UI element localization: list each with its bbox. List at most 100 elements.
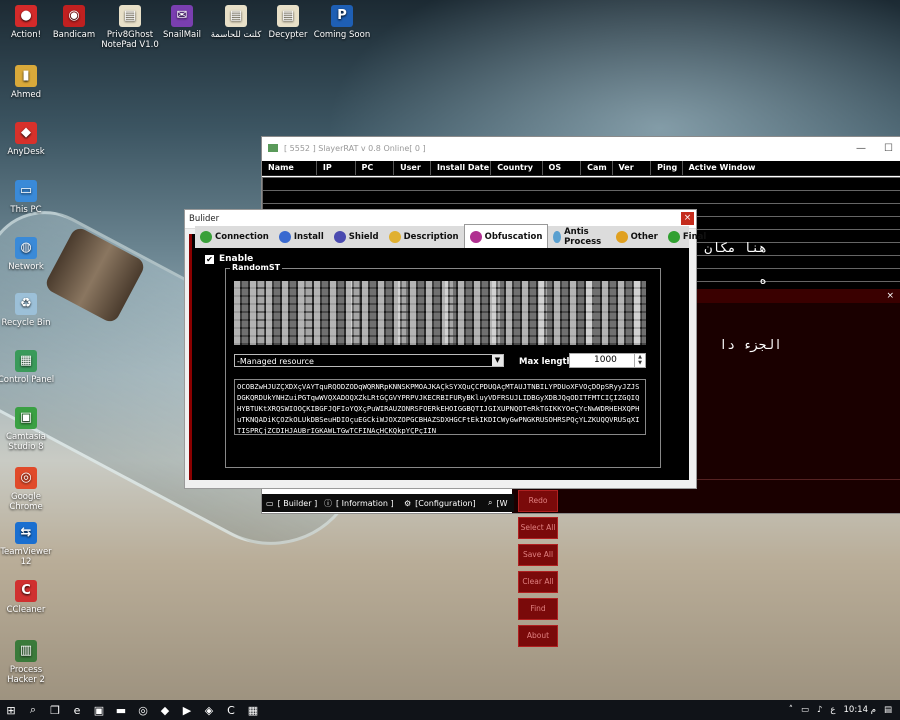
random-string-output[interactable]: OCOBZwHJUZÇXDXçVAYTquRQODZODqWQRNRpKNNSK… xyxy=(234,379,646,435)
language-indicator[interactable]: ع xyxy=(830,705,835,715)
max-length-label: Max length xyxy=(519,357,573,367)
desktop-icon[interactable]: ◎ Google Chrome xyxy=(0,467,56,512)
column-header[interactable]: Country xyxy=(491,161,543,175)
tab-connection[interactable]: Connection xyxy=(195,226,274,248)
max-length-value: 1000 xyxy=(594,355,617,365)
column-header[interactable]: Cam xyxy=(581,161,613,175)
builder-dialog: Bulider × Connection Install Shield Descrip… xyxy=(184,209,706,489)
shield-app-icon[interactable]: ◈ xyxy=(198,700,220,720)
tab-description[interactable]: Description xyxy=(384,226,464,248)
side-button-find[interactable]: Find xyxy=(518,598,558,620)
file-icon: ▤ xyxy=(225,5,247,27)
column-header[interactable]: Ping xyxy=(651,161,683,175)
search-icon: ⌕ xyxy=(488,498,493,507)
arrow-up-icon[interactable]: ˄ xyxy=(789,705,793,715)
tab-icon xyxy=(615,231,628,243)
control-panel-icon: ▦ xyxy=(15,350,37,372)
media-icon[interactable]: ▶ xyxy=(176,700,198,720)
max-length-stepper[interactable]: 1000 ▲ ▼ xyxy=(569,353,646,368)
bottom-tab[interactable]: ⌕ [W xyxy=(488,494,508,512)
desktop-icon[interactable]: ▤ Priv8Ghost NotePad V1.0 xyxy=(100,5,160,50)
chevron-down-icon[interactable]: ▼ xyxy=(492,355,503,366)
side-button-select-all[interactable]: Select All xyxy=(518,517,558,539)
desktop-icon[interactable]: ▣ Camtasia Studio 8 xyxy=(0,407,56,452)
tab-label: Antis Process xyxy=(564,227,602,247)
edge-icon[interactable]: e xyxy=(66,700,88,720)
search-icon[interactable]: ⌕ xyxy=(22,700,44,720)
column-header[interactable]: IP xyxy=(317,161,356,175)
tab-label: Description xyxy=(403,232,459,242)
desktop-icon[interactable]: ◍ Network xyxy=(0,237,56,272)
tab-other[interactable]: Other xyxy=(611,226,663,248)
builder-app-icon[interactable]: ▦ xyxy=(242,700,264,720)
tab-label: Install xyxy=(293,232,324,242)
close-icon[interactable]: × xyxy=(886,291,894,301)
action-icon: ● xyxy=(15,5,37,27)
tab-obfuscation[interactable]: Obfuscation xyxy=(463,224,549,249)
main-window-titlebar[interactable]: [ 5552 ] SlayerRAT v 0.8 Online[ 0 ] — ☐ xyxy=(262,137,900,159)
resource-select[interactable]: -Managed resource ▼ xyxy=(234,354,504,367)
network-icon: ◍ xyxy=(15,237,37,259)
desktop-icon[interactable]: ▭ This PC xyxy=(0,180,56,215)
clock[interactable]: 10:14 م xyxy=(844,705,876,715)
desktop-icon-label: Process Hacker 2 xyxy=(7,665,45,685)
bottom-tab-label: [W xyxy=(496,498,508,508)
snailmail-icon: ✉ xyxy=(171,5,193,27)
notification-icon[interactable]: ▤ xyxy=(884,705,892,715)
tab-install[interactable]: Install xyxy=(274,226,329,248)
network-tray-icon[interactable]: ▭ xyxy=(801,705,809,715)
slayer-icon[interactable]: ◆ xyxy=(154,700,176,720)
column-header[interactable]: Active Window xyxy=(683,161,900,175)
tab-icon xyxy=(278,231,291,243)
desktop-icon-label: AnyDesk xyxy=(7,147,45,157)
desktop-icon[interactable]: ◉ Bandicam xyxy=(44,5,104,40)
stepper-arrows-icon[interactable]: ▲ ▼ xyxy=(634,354,645,367)
tab-icon xyxy=(469,231,482,243)
column-header[interactable]: User xyxy=(394,161,431,175)
close-button[interactable]: × xyxy=(681,212,694,225)
chrome-icon[interactable]: ◎ xyxy=(132,700,154,720)
desktop-icon[interactable]: C CCleaner xyxy=(0,580,56,615)
tab-shield[interactable]: Shield xyxy=(329,226,384,248)
desktop-icon[interactable]: ⇆ TeamViewer 12 xyxy=(0,522,56,567)
bottom-tab[interactable]: ⓘ [ Information ] xyxy=(324,494,394,512)
start-icon[interactable]: ⊞ xyxy=(0,700,22,720)
bottom-tab[interactable]: ⚙ [Configuration] xyxy=(404,494,476,512)
desktop-icon[interactable]: ♻ Recycle Bin xyxy=(0,293,56,328)
side-button-redo[interactable]: Redo xyxy=(518,490,558,512)
clients-table-header: Name IP PC User Install Date Country OS Cam Ver P… xyxy=(262,161,900,176)
desktop-icon[interactable]: ▥ Process Hacker 2 xyxy=(0,640,56,685)
c-app-icon[interactable]: C xyxy=(220,700,242,720)
teamviewer-icon: ⇆ xyxy=(15,522,37,544)
column-header[interactable]: Install Date xyxy=(431,161,492,175)
column-header[interactable]: Name xyxy=(262,161,317,175)
bottom-tab-strip: ▭[ Builder ] ⓘ [ Information ] ⚙ [Configurat… xyxy=(262,494,514,512)
gear-icon: ⚙ xyxy=(404,498,412,508)
desktop-icon[interactable]: P Coming Soon xyxy=(312,5,372,40)
task-view-icon[interactable]: ❐ xyxy=(44,700,66,720)
desktop-icon-label: Control Panel xyxy=(0,375,55,385)
desktop-icon-label: Camtasia Studio 8 xyxy=(6,432,46,452)
paypal-icon: P xyxy=(331,5,353,27)
tab-final[interactable]: Final xyxy=(663,226,711,248)
column-header[interactable]: OS xyxy=(543,161,582,175)
minimize-icon[interactable]: — xyxy=(856,143,866,154)
desktop-icon[interactable]: ▤ كلنت للحاسمة xyxy=(206,5,266,40)
side-button-about[interactable]: About xyxy=(518,625,558,647)
desktop-icon[interactable]: ✉ SnailMail xyxy=(152,5,212,40)
side-button-save-all[interactable]: Save All xyxy=(518,544,558,566)
desktop-icon[interactable]: ▦ Control Panel xyxy=(0,350,56,385)
bottom-tab[interactable]: ▭[ Builder ] xyxy=(266,494,317,512)
desktop-icon[interactable]: ▤ Decypter xyxy=(258,5,318,40)
window-icon: ▭ xyxy=(266,498,274,508)
maximize-icon[interactable]: ☐ xyxy=(884,143,893,154)
store-icon[interactable]: ▣ xyxy=(88,700,110,720)
desktop-icon[interactable]: ▮ Ahmed xyxy=(0,65,56,100)
volume-icon[interactable]: ♪ xyxy=(817,705,822,715)
folder-icon[interactable]: ▬ xyxy=(110,700,132,720)
tab-antis-process[interactable]: Antis Process xyxy=(548,226,610,248)
column-header[interactable]: Ver xyxy=(613,161,652,175)
column-header[interactable]: PC xyxy=(356,161,395,175)
desktop-icon[interactable]: ◆ AnyDesk xyxy=(0,122,56,157)
side-button-clear-all[interactable]: Clear All xyxy=(518,571,558,593)
